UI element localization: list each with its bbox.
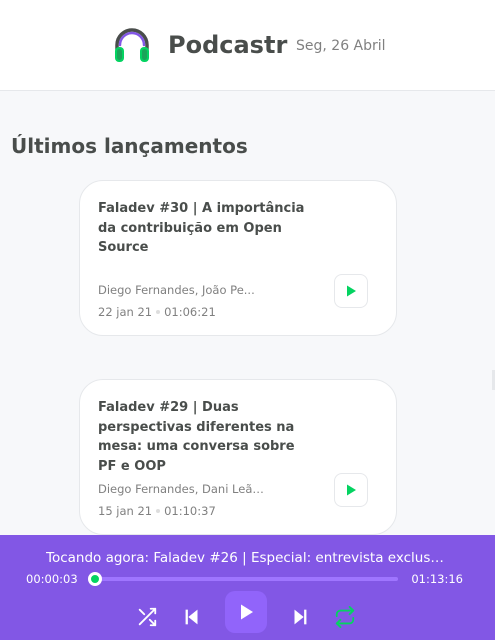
current-date: Seg, 26 Abril <box>296 38 386 54</box>
episode-duration: 01:06:21 <box>164 305 216 319</box>
episode-date: 15 jan 21 <box>98 504 153 518</box>
episode-title[interactable]: Faladev #29 | Duas perspectivas diferent… <box>98 398 313 476</box>
episode-members: Diego Fernandes, Dani Leão... <box>98 482 268 496</box>
repeat-button[interactable] <box>324 596 366 638</box>
header: Podcastr Seg, 26 Abril <box>0 0 495 91</box>
episode-date: 22 jan 21 <box>98 305 153 319</box>
next-icon <box>294 609 307 625</box>
next-button[interactable] <box>279 596 321 638</box>
separator-dot <box>156 508 161 513</box>
episode-meta: 22 jan 21 01:06:21 <box>98 304 216 320</box>
episode-title[interactable]: Faladev #30 | A importância da contribui… <box>98 199 313 258</box>
elapsed-time: 00:00:03 <box>26 572 78 586</box>
episode-card[interactable]: Faladev #29 | Duas perspectivas diferent… <box>79 379 397 535</box>
app-name: Podcastr <box>168 31 288 59</box>
repeat-icon <box>335 606 355 628</box>
previous-icon <box>185 609 198 625</box>
play-episode-button[interactable] <box>334 274 368 308</box>
section-title: Últimos lançamentos <box>11 134 248 158</box>
progress-handle[interactable] <box>88 572 102 586</box>
play-pause-button[interactable] <box>225 591 267 633</box>
episode-members: Diego Fernandes, João Pe... <box>98 283 255 297</box>
play-episode-button[interactable] <box>334 473 368 507</box>
total-time: 01:13:16 <box>411 572 463 586</box>
now-playing-title: Tocando agora: Faladev #26 | Especial: e… <box>46 550 446 566</box>
player-bar: Tocando agora: Faladev #26 | Especial: e… <box>0 535 495 640</box>
play-icon <box>241 604 253 620</box>
episode-meta: 15 jan 21 01:10:37 <box>98 503 216 519</box>
progress-slider[interactable] <box>91 577 398 581</box>
episode-duration: 01:10:37 <box>164 504 216 518</box>
separator-dot <box>156 309 161 314</box>
play-icon <box>347 484 356 496</box>
previous-button[interactable] <box>171 596 213 638</box>
shuffle-icon <box>138 607 157 627</box>
shuffle-button[interactable] <box>126 596 168 638</box>
play-icon <box>347 285 356 297</box>
episode-card[interactable]: Faladev #30 | A importância da contribui… <box>79 180 397 336</box>
headphones-icon <box>115 28 149 62</box>
